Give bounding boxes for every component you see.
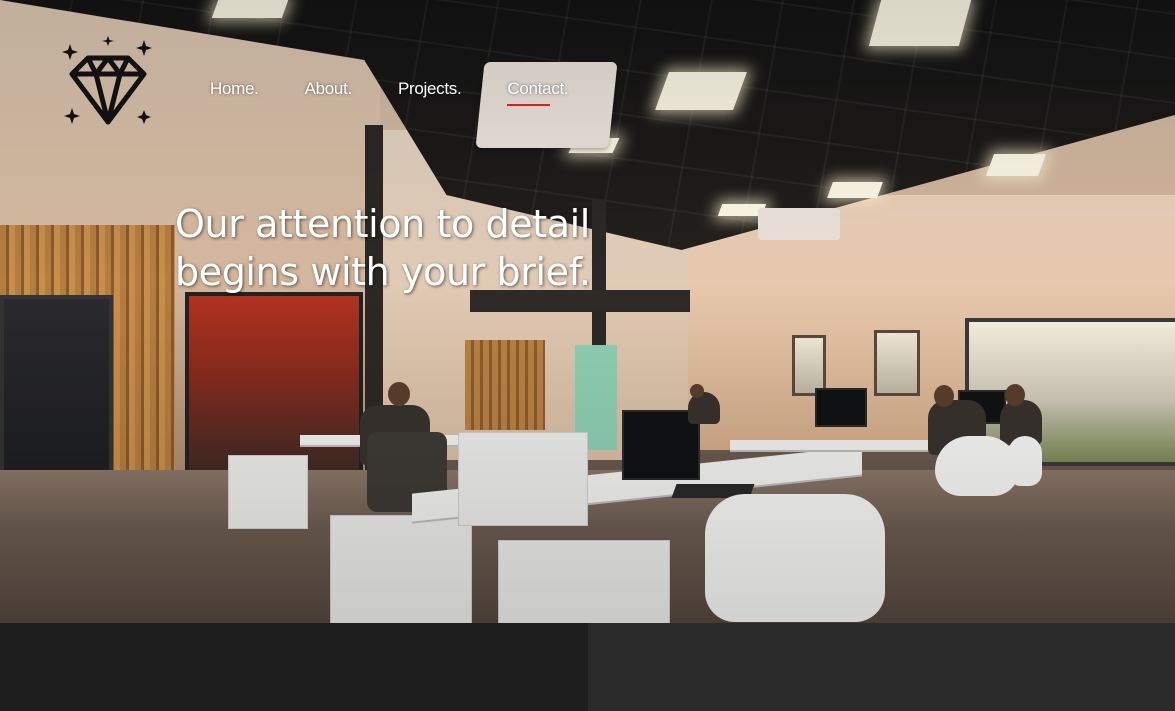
nav-projects[interactable]: Projects. [398,79,462,101]
nav-home[interactable]: Home. [210,79,259,101]
nav-about[interactable]: About. [305,79,353,101]
page: Home. About. Projects. Contact. Our atte… [0,0,1175,711]
footer-panel-left [0,623,588,711]
diamond-icon[interactable] [60,34,156,130]
hero-headline-line1: Our attention to detail [175,202,590,246]
hero-headline: Our attention to detail begins with your… [175,200,615,296]
main-nav: Home. About. Projects. Contact. [210,79,614,106]
footer-panel-right [588,623,1175,711]
hero-headline-line2: begins with your brief. [175,250,591,294]
nav-contact[interactable]: Contact. [507,79,569,106]
